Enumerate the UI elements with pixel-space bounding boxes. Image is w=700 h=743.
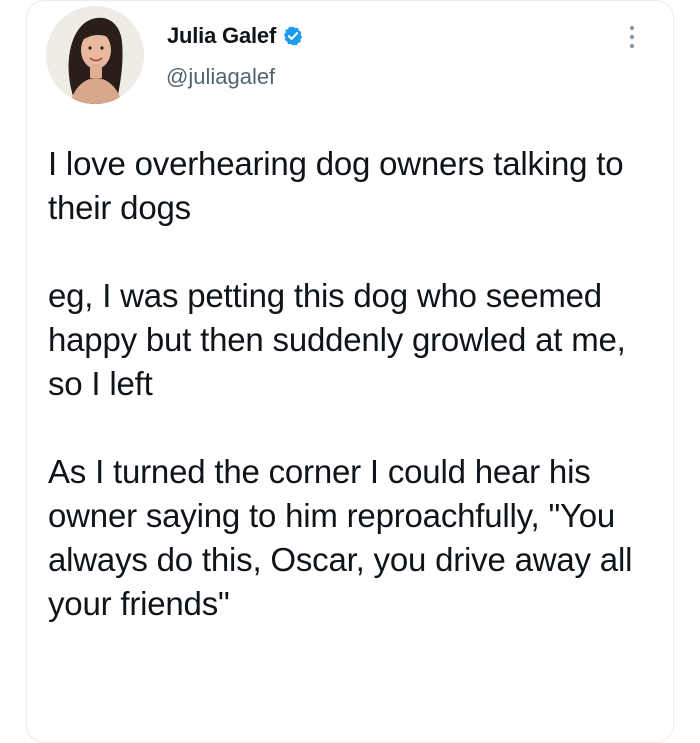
author-name-row[interactable]: Julia Galef	[167, 18, 304, 54]
display-name[interactable]: Julia Galef	[167, 23, 276, 49]
author-handle[interactable]: @juliagalef	[166, 64, 275, 90]
avatar[interactable]	[46, 6, 144, 104]
more-vertical-icon[interactable]	[622, 22, 642, 52]
tweet-paragraph: I love overhearing dog owners talking to…	[48, 145, 624, 226]
tweet-text: I love overhearing dog owners talking to…	[48, 142, 658, 626]
tweet-paragraph: As I turned the corner I could hear his …	[48, 453, 633, 622]
profile-photo-icon	[46, 6, 144, 104]
verified-badge-icon	[282, 25, 304, 47]
tweet-paragraph: eg, I was petting this dog who seemed ha…	[48, 277, 626, 402]
